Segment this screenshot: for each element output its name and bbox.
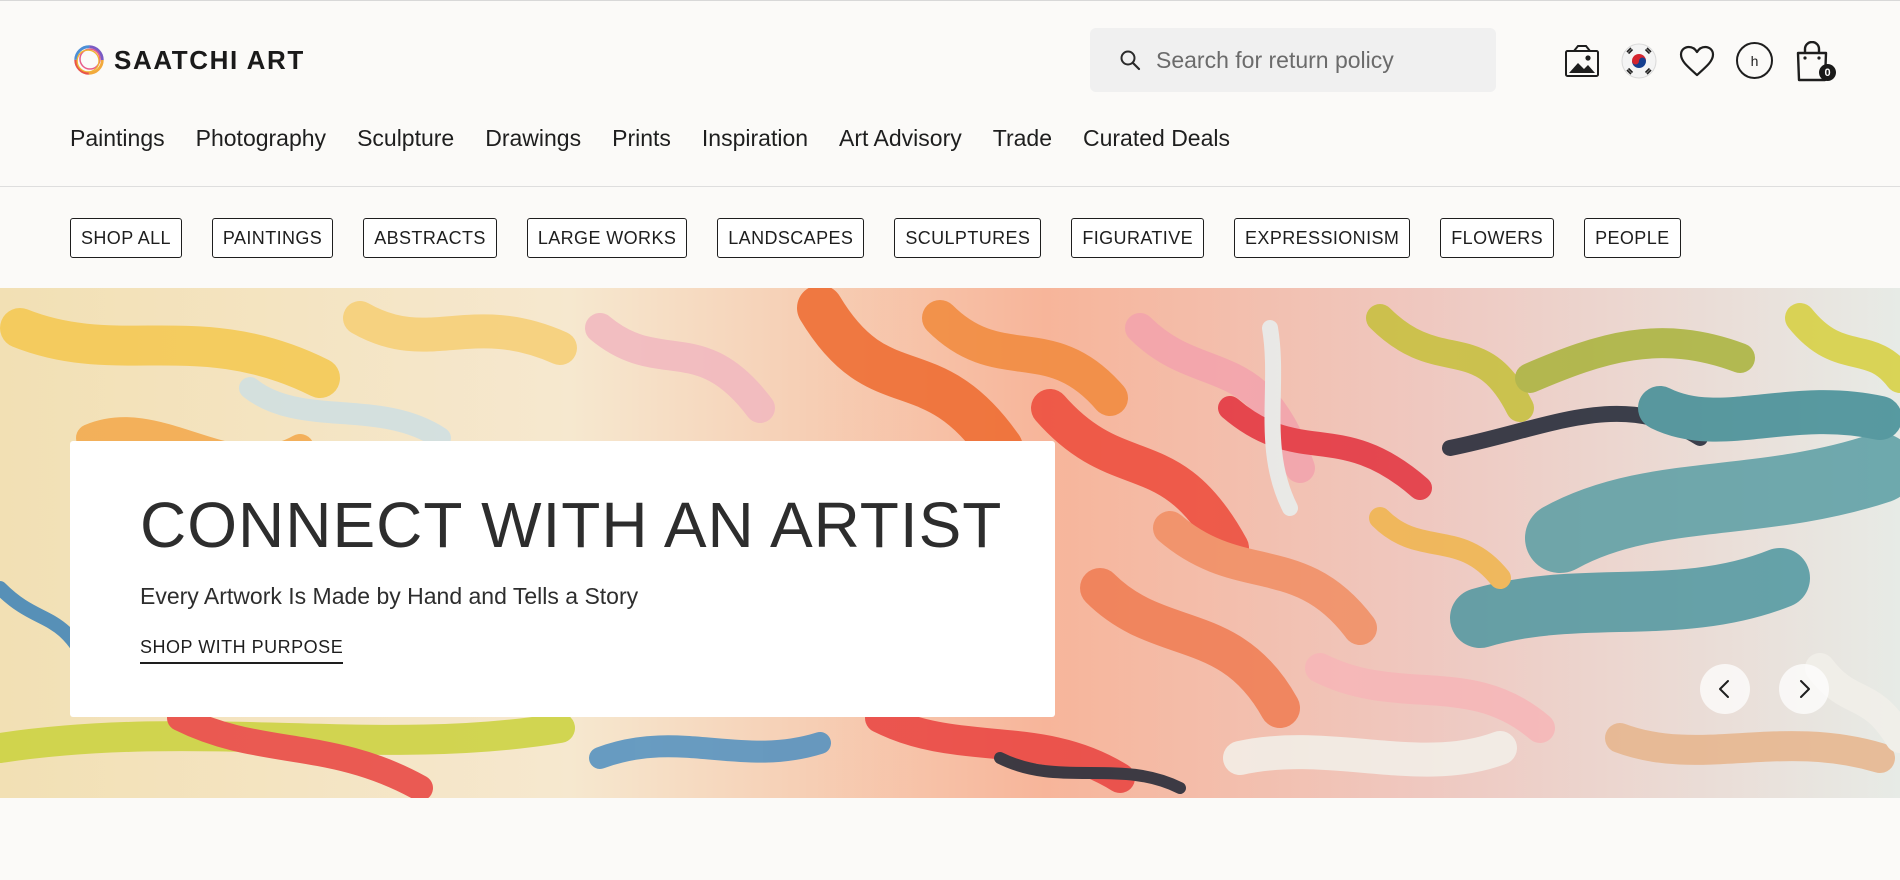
chip-landscapes[interactable]: LANDSCAPES [717,218,865,258]
nav-paintings[interactable]: Paintings [70,121,165,155]
carousel-prev-button[interactable] [1700,664,1750,714]
chip-people[interactable]: PEOPLE [1584,218,1681,258]
gallery-icon [1565,45,1599,77]
search-input[interactable] [1156,46,1476,74]
carousel-next-button[interactable] [1779,664,1829,714]
search-icon [1120,50,1141,71]
hero-card: CONNECT WITH AN ARTIST Every Artwork Is … [70,441,1055,717]
search-bar[interactable] [1090,28,1496,92]
chip-large-works[interactable]: LARGE WORKS [526,218,688,258]
nav-prints[interactable]: Prints [612,121,671,155]
shop-with-purpose-link[interactable]: SHOP WITH PURPOSE [140,637,344,664]
region-selector[interactable] [1619,41,1659,81]
hero-subtitle: Every Artwork Is Made by Hand and Tells … [140,583,639,609]
nav-art-advisory[interactable]: Art Advisory [839,121,962,155]
site-header: SAATCHI ART Search for return policy h 0… [0,1,1900,187]
chip-expressionism[interactable]: EXPRESSIONISM [1234,218,1411,258]
chip-sculptures[interactable]: SCULPTURES [894,218,1042,258]
favorites-button[interactable] [1677,41,1717,81]
chevron-left-icon [1719,680,1729,698]
avatar[interactable]: h [1736,42,1773,79]
chip-abstracts[interactable]: ABSTRACTS [363,218,497,258]
avatar-initial: h [1750,52,1759,69]
nav-drawings[interactable]: Drawings [485,121,581,155]
nav-curated-deals[interactable]: Curated Deals [1083,121,1230,155]
chip-flowers[interactable]: FLOWERS [1440,218,1555,258]
south-korea-flag-icon [1621,43,1657,79]
main-nav: Paintings Photography Sculpture Drawings… [70,121,1230,155]
nav-inspiration[interactable]: Inspiration [702,121,808,155]
chip-figurative[interactable]: FIGURATIVE [1071,218,1205,258]
hero-title: CONNECT WITH AN ARTIST [140,489,1003,561]
saatchi-logo-icon [74,45,104,75]
logo[interactable]: SAATCHI ART [70,41,305,79]
chip-shop-all[interactable]: SHOP ALL [70,218,182,258]
hero-banner: CONNECT WITH AN ARTIST Every Artwork Is … [0,288,1900,798]
gallery-button[interactable] [1562,41,1602,81]
nav-sculpture[interactable]: Sculpture [357,121,454,155]
category-chips: SHOP ALL PAINTINGS ABSTRACTS LARGE WORKS… [70,218,1681,258]
cart-count-badge: 0 [1819,64,1836,81]
logo-text: SAATCHI ART [114,44,305,75]
heart-icon [1679,45,1715,77]
chevron-right-icon [1800,680,1810,698]
nav-trade[interactable]: Trade [993,121,1052,155]
cart-button[interactable]: 0 [1792,39,1836,85]
nav-photography[interactable]: Photography [196,121,326,155]
chip-paintings[interactable]: PAINTINGS [211,218,334,258]
